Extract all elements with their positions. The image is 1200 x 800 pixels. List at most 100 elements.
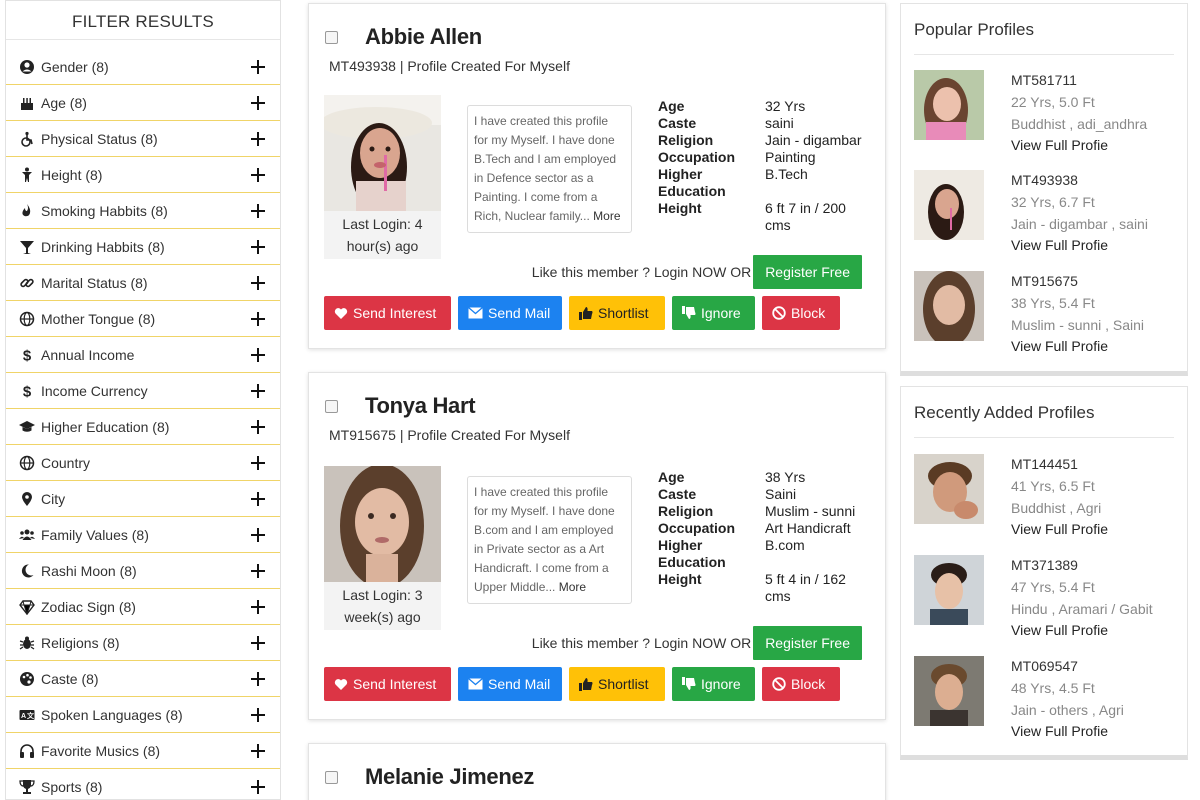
block-button[interactable]: Block bbox=[762, 296, 840, 330]
filter-item[interactable]: Rashi Moon (8) bbox=[6, 553, 280, 589]
filter-item[interactable]: Higher Education (8) bbox=[6, 409, 280, 445]
plus-icon[interactable] bbox=[248, 345, 268, 365]
detail-value: Muslim - sunni bbox=[765, 503, 856, 519]
more-link[interactable]: More bbox=[593, 209, 620, 223]
filter-item[interactable]: Age (8) bbox=[6, 85, 280, 121]
shortlist-label: Shortlist bbox=[598, 676, 649, 692]
plus-icon[interactable] bbox=[248, 705, 268, 725]
chain-icon bbox=[18, 274, 36, 292]
send-interest-button[interactable]: Send Interest bbox=[324, 667, 451, 701]
register-free-button[interactable]: Register Free bbox=[753, 626, 862, 660]
plus-icon[interactable] bbox=[248, 417, 268, 437]
view-full-profile-link[interactable]: View Full Profie bbox=[1011, 338, 1108, 354]
mini-profile-photo[interactable] bbox=[914, 656, 984, 726]
heart-icon bbox=[334, 307, 348, 319]
filter-item[interactable]: Country bbox=[6, 445, 280, 481]
view-full-profile-link[interactable]: View Full Profie bbox=[1011, 137, 1108, 153]
plus-icon[interactable] bbox=[248, 561, 268, 581]
filter-item[interactable]: Physical Status (8) bbox=[6, 121, 280, 157]
plus-icon[interactable] bbox=[248, 633, 268, 653]
shortlist-button[interactable]: Shortlist bbox=[569, 667, 665, 701]
plus-icon[interactable] bbox=[248, 777, 268, 797]
plus-icon[interactable] bbox=[248, 237, 268, 257]
filter-item[interactable]: Religions (8) bbox=[6, 625, 280, 661]
plus-icon[interactable] bbox=[248, 597, 268, 617]
select-checkbox[interactable] bbox=[325, 771, 338, 784]
plus-icon[interactable] bbox=[248, 453, 268, 473]
filter-item[interactable]: Drinking Habbits (8) bbox=[6, 229, 280, 265]
filter-item[interactable]: A 文 Spoken Languages (8) bbox=[6, 697, 280, 733]
filter-item-label: Spoken Languages (8) bbox=[41, 706, 183, 723]
profile-id-line: MT493938 | Profile Created For Myself bbox=[329, 58, 570, 74]
plus-icon[interactable] bbox=[248, 93, 268, 113]
block-button[interactable]: Block bbox=[762, 667, 840, 701]
block-label: Block bbox=[791, 305, 826, 321]
mini-profile-photo[interactable] bbox=[914, 555, 984, 625]
filter-item[interactable]: Mother Tongue (8) bbox=[6, 301, 280, 337]
profile-name[interactable]: Melanie Jimenez bbox=[365, 764, 534, 790]
like-text: Like this member ? Login NOW OR bbox=[531, 635, 752, 651]
ignore-button[interactable]: Ignore bbox=[672, 667, 755, 701]
plus-icon[interactable] bbox=[248, 525, 268, 545]
profile-photo[interactable] bbox=[324, 95, 441, 211]
plus-icon[interactable] bbox=[248, 57, 268, 77]
plus-icon[interactable] bbox=[248, 309, 268, 329]
plus-icon[interactable] bbox=[248, 741, 268, 761]
filter-item[interactable]: Zodiac Sign (8) bbox=[6, 589, 280, 625]
filter-item[interactable]: $ Income Currency bbox=[6, 373, 280, 409]
detail-value: Painting bbox=[765, 149, 816, 165]
svg-text:A: A bbox=[21, 713, 26, 720]
svg-text:文: 文 bbox=[27, 711, 35, 720]
mini-profile-photo[interactable] bbox=[914, 70, 984, 140]
filter-item[interactable]: Family Values (8) bbox=[6, 517, 280, 553]
trophy-icon bbox=[18, 778, 36, 796]
last-login: Last Login: 3 week(s) ago bbox=[342, 587, 423, 625]
filter-item[interactable]: City bbox=[6, 481, 280, 517]
filter-item[interactable]: Favorite Musics (8) bbox=[6, 733, 280, 769]
mini-profile-photo[interactable] bbox=[914, 170, 984, 240]
view-full-profile-link[interactable]: View Full Profie bbox=[1011, 622, 1108, 638]
filter-item[interactable]: Marital Status (8) bbox=[6, 265, 280, 301]
profile-name[interactable]: Tonya Hart bbox=[365, 393, 476, 419]
plus-icon[interactable] bbox=[248, 201, 268, 221]
filter-item[interactable]: Sports (8) bbox=[6, 769, 280, 800]
view-full-profile-link[interactable]: View Full Profie bbox=[1011, 237, 1108, 253]
select-checkbox[interactable] bbox=[325, 31, 338, 44]
mini-profile-photo[interactable] bbox=[914, 271, 984, 341]
send-mail-button[interactable]: Send Mail bbox=[458, 667, 562, 701]
filter-item[interactable]: Smoking Habbits (8) bbox=[6, 193, 280, 229]
send-mail-button[interactable]: Send Mail bbox=[458, 296, 562, 330]
send-interest-button[interactable]: Send Interest bbox=[324, 296, 451, 330]
view-full-profile-link[interactable]: View Full Profie bbox=[1011, 521, 1108, 537]
filter-item[interactable]: Caste (8) bbox=[6, 661, 280, 697]
register-free-button[interactable]: Register Free bbox=[753, 255, 862, 289]
plus-icon[interactable] bbox=[248, 273, 268, 293]
detail-value: 38 Yrs bbox=[765, 469, 806, 485]
action-buttons: Send Interest Send Mail Shortlist Ignore… bbox=[324, 667, 847, 701]
mini-profile-photo[interactable] bbox=[914, 454, 984, 524]
filter-item[interactable]: Height (8) bbox=[6, 157, 280, 193]
mini-profile-age-height: 38 Yrs, 5.4 Ft bbox=[1011, 295, 1095, 311]
ignore-button[interactable]: Ignore bbox=[672, 296, 755, 330]
filter-item[interactable]: Gender (8) bbox=[6, 49, 280, 85]
like-text: Like this member ? Login NOW OR bbox=[531, 264, 752, 280]
plus-icon[interactable] bbox=[248, 165, 268, 185]
shortlist-button[interactable]: Shortlist bbox=[569, 296, 665, 330]
mini-profile-id: MT581711 bbox=[1011, 72, 1077, 88]
more-link[interactable]: More bbox=[559, 580, 586, 594]
profile-photo[interactable] bbox=[324, 466, 441, 582]
select-checkbox[interactable] bbox=[325, 400, 338, 413]
filter-item-label: Favorite Musics (8) bbox=[41, 742, 161, 759]
plus-icon[interactable] bbox=[248, 489, 268, 509]
plus-icon[interactable] bbox=[248, 669, 268, 689]
panel-divider bbox=[914, 437, 1174, 438]
plus-icon[interactable] bbox=[248, 129, 268, 149]
send-interest-label: Send Interest bbox=[353, 305, 437, 321]
filter-item-label: Physical Status (8) bbox=[41, 130, 158, 147]
filter-item-label: Gender (8) bbox=[41, 58, 109, 75]
dollar-icon: $ bbox=[18, 382, 36, 400]
view-full-profile-link[interactable]: View Full Profie bbox=[1011, 723, 1108, 739]
profile-name[interactable]: Abbie Allen bbox=[365, 24, 482, 50]
filter-item[interactable]: $ Annual Income bbox=[6, 337, 280, 373]
plus-icon[interactable] bbox=[248, 381, 268, 401]
